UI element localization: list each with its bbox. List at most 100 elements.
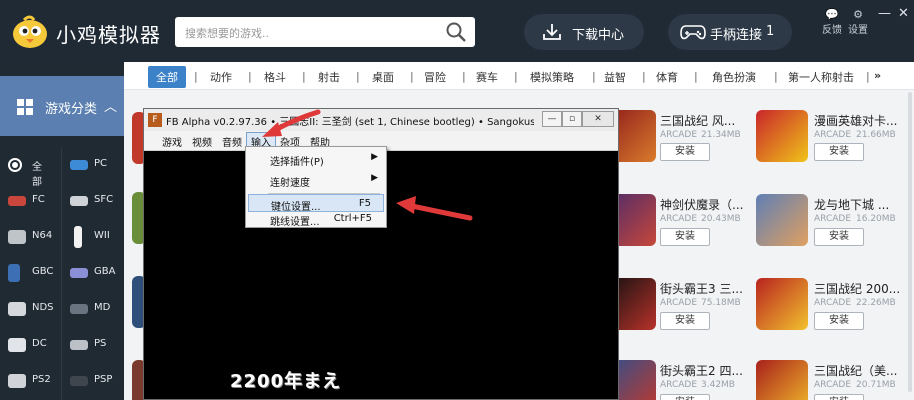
sidebar-item-label: N64: [32, 230, 53, 241]
wii-remote-icon: [74, 226, 82, 248]
ps-console-icon: [70, 340, 88, 350]
menu-game[interactable]: 游戏: [162, 134, 182, 149]
game-platform: ARCADE: [814, 298, 852, 308]
sidebar-item-label: DC: [32, 338, 47, 349]
install-button[interactable]: 安装: [814, 312, 864, 330]
tab-action[interactable]: 动作: [210, 69, 232, 85]
install-button[interactable]: 安装: [660, 228, 710, 246]
category-header[interactable]: 游戏分类 ︿: [0, 76, 124, 136]
game-title[interactable]: 神剑伏魔录（...: [660, 196, 743, 213]
settings-button[interactable]: ⚙ 设置: [848, 8, 868, 36]
tab-adventure[interactable]: 冒险: [424, 69, 446, 85]
gamepad-connect-button[interactable]: 手柄连接 1: [668, 14, 792, 50]
emulator-close-button[interactable]: ✕: [582, 111, 614, 127]
search-input[interactable]: 搜索想要的游戏..: [185, 25, 269, 41]
game-icon[interactable]: [756, 194, 808, 246]
game-platform: ARCADE: [814, 380, 852, 390]
sidebar-divider: [61, 148, 62, 400]
game-size: 21.66MB: [856, 130, 896, 140]
sidebar-item-label: PS2: [32, 374, 51, 385]
menu-item-turbo-speed[interactable]: 连射速度 ▶: [248, 171, 384, 189]
emulator-maximize-button[interactable]: ▫: [562, 111, 582, 127]
menu-item-dip-switch[interactable]: 跳线设置... Ctrl+F5: [248, 210, 384, 228]
submenu-arrow-icon: ▶: [371, 152, 378, 162]
install-button[interactable]: 安装: [814, 143, 864, 161]
submenu-arrow-icon: ▶: [371, 173, 378, 183]
game-icon[interactable]: [756, 110, 808, 162]
tab-all[interactable]: 全部: [148, 66, 186, 88]
download-icon: [543, 24, 561, 40]
game-title[interactable]: 街头霸王2 四...: [660, 362, 743, 379]
game-platform: ARCADE: [660, 298, 698, 308]
tab-strategy[interactable]: 模拟策略: [530, 69, 574, 85]
menu-audio[interactable]: 音频: [222, 134, 242, 149]
emulator-minimize-button[interactable]: —: [542, 111, 562, 127]
tab-separator: |: [302, 70, 306, 83]
feedback-button[interactable]: 💬 反馈: [822, 8, 842, 36]
menu-item-label: 选择插件(P): [270, 157, 324, 168]
tab-separator: |: [410, 70, 414, 83]
gamepad-icon: [680, 25, 706, 40]
tab-separator: |: [248, 70, 252, 83]
feedback-label: 反馈: [822, 25, 842, 36]
game-title[interactable]: 三国战纪 风...: [660, 112, 735, 129]
tab-fighting[interactable]: 格斗: [264, 69, 286, 85]
download-center-button[interactable]: 下载中心: [524, 14, 644, 50]
ps2-controller-icon: [8, 374, 26, 388]
game-title[interactable]: 三国战纪（美...: [814, 362, 897, 379]
tab-separator: |: [642, 70, 646, 83]
game-size: 21.34MB: [701, 130, 741, 140]
game-platform: ARCADE: [660, 380, 698, 390]
tabs-more-chevron-icon[interactable]: »: [874, 69, 881, 82]
tab-racing[interactable]: 赛车: [476, 69, 498, 85]
emulator-title: FB Alpha v0.2.97.36 • 三国志II: 三圣剑 (set 1,…: [166, 117, 534, 128]
settings-label: 设置: [848, 25, 868, 36]
tab-shooting[interactable]: 射击: [318, 69, 340, 85]
tab-tabletop[interactable]: 桌面: [372, 69, 394, 85]
chick-logo-icon: [13, 15, 47, 48]
install-button[interactable]: 安装: [660, 143, 710, 161]
category-label: 游戏分类: [45, 102, 98, 117]
game-title[interactable]: 龙与地下城 ...: [814, 196, 889, 213]
install-button[interactable]: 安装: [814, 394, 864, 400]
tab-rpg[interactable]: 角色扮演: [712, 69, 756, 85]
tab-separator: |: [774, 70, 778, 83]
tab-fps[interactable]: 第一人称射击: [788, 69, 854, 85]
chevron-up-icon: ︿: [104, 100, 118, 115]
emulator-title-bar[interactable]: F FB Alpha v0.2.97.36 • 三国志II: 三圣剑 (set …: [144, 109, 618, 131]
menu-item-select-plugin[interactable]: 选择插件(P) ▶: [248, 150, 384, 168]
menu-item-shortcut: Ctrl+F5: [333, 213, 372, 224]
tab-puzzle[interactable]: 益智: [604, 69, 626, 85]
sidebar-item-label: NDS: [32, 302, 54, 313]
category-tabs: 全部 | 动作 | 格斗 | 射击 | 桌面 | 冒险 | 赛车 | 模拟策略 …: [124, 62, 914, 90]
game-title[interactable]: 街头霸王3 三...: [660, 280, 743, 297]
game-platform: ARCADE: [660, 130, 698, 140]
game-size: 75.18MB: [701, 298, 741, 308]
gamepad-connect-label: 手柄连接: [710, 28, 763, 43]
grid-icon: [17, 99, 33, 115]
menu-video[interactable]: 视频: [192, 134, 212, 149]
close-button[interactable]: ✕: [898, 6, 909, 21]
game-size: 3.42MB: [701, 380, 735, 390]
install-button[interactable]: 安装: [660, 394, 710, 400]
install-button[interactable]: 安装: [660, 312, 710, 330]
game-icon[interactable]: [756, 278, 808, 330]
install-button[interactable]: 安装: [814, 228, 864, 246]
n64-controller-icon: [8, 230, 26, 244]
minimize-button[interactable]: —: [878, 6, 891, 21]
tab-separator: |: [194, 70, 198, 83]
search-icon[interactable]: [445, 21, 467, 43]
scrollbar[interactable]: [908, 92, 912, 392]
game-title[interactable]: 三国战纪 200...: [814, 280, 900, 297]
sidebar-item-label: PC: [94, 158, 108, 169]
game-title[interactable]: 漫画英雄对卡...: [814, 112, 897, 129]
psp-handheld-icon: [70, 376, 88, 386]
sidebar-item-label: PSP: [94, 374, 113, 385]
tab-sports[interactable]: 体育: [656, 69, 678, 85]
radio-icon: [8, 158, 22, 172]
top-bar: 小鸡模拟器 搜索想要的游戏.. 下载中心 手柄连接 1 💬 反馈 ⚙ 设置 — …: [0, 0, 914, 62]
search-box[interactable]: 搜索想要的游戏..: [175, 17, 475, 47]
sidebar-item-label: MD: [94, 302, 111, 313]
game-icon[interactable]: [756, 360, 808, 400]
game-platform: ARCADE: [814, 214, 852, 224]
